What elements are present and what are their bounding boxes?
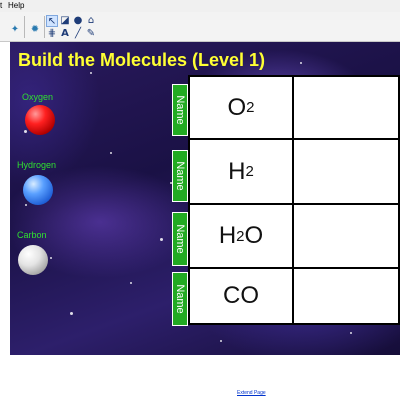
extend-page-link[interactable]: Extend Page bbox=[237, 390, 266, 396]
hydrogen-atom[interactable] bbox=[23, 175, 53, 205]
formula-o2: O2 bbox=[227, 93, 255, 121]
star-decoration bbox=[70, 312, 73, 315]
select-tool-icon[interactable]: ↖ bbox=[46, 15, 58, 27]
molecule-table: O2 H2 H2O CO bbox=[188, 75, 400, 325]
gallery-icon[interactable]: ✦ bbox=[9, 24, 21, 36]
menu-bar: t Help bbox=[0, 0, 400, 12]
line-tool-icon[interactable]: ╱ bbox=[72, 28, 84, 40]
name-button-o2[interactable]: Name bbox=[172, 84, 188, 136]
name-button-label: Name bbox=[174, 224, 186, 254]
name-button-label: Name bbox=[174, 95, 186, 125]
formula-h2o: H2O bbox=[218, 222, 264, 249]
shape-tool-icon[interactable]: ◪ bbox=[59, 15, 71, 27]
oxygen-label: Oxygen bbox=[22, 92, 54, 102]
text-tool-icon[interactable]: A bbox=[59, 28, 71, 40]
table-tool-icon[interactable]: ⋕ bbox=[46, 28, 58, 40]
eraser-tool-icon[interactable]: ⌂ bbox=[85, 15, 97, 27]
toolbar: ✦ ✹ ↖ ◪ ● ⌂ ⋕ A ╱ ✎ bbox=[0, 12, 400, 42]
star-decoration bbox=[110, 152, 112, 154]
carbon-label: Carbon bbox=[17, 230, 47, 240]
menu-item-help[interactable]: Help bbox=[8, 0, 24, 12]
screen-shade-icon[interactable]: ✹ bbox=[29, 24, 41, 36]
star-decoration bbox=[90, 72, 92, 74]
name-button-co[interactable]: Name bbox=[172, 272, 188, 326]
star-decoration bbox=[25, 204, 27, 206]
formula-co: CO bbox=[223, 282, 259, 309]
carbon-atom[interactable] bbox=[18, 245, 48, 275]
toolbar-separator bbox=[24, 16, 25, 38]
page-title: Build the Molecules (Level 1) bbox=[18, 50, 266, 70]
pen-tool-icon[interactable]: ✎ bbox=[85, 28, 97, 40]
star-decoration bbox=[130, 282, 132, 284]
star-decoration bbox=[24, 130, 27, 133]
name-button-h2[interactable]: Name bbox=[172, 150, 188, 202]
hydrogen-label: Hydrogen bbox=[17, 160, 57, 170]
name-button-h2o[interactable]: Name bbox=[172, 212, 188, 266]
oxygen-atom[interactable] bbox=[25, 105, 55, 135]
toolbar-separator bbox=[44, 16, 45, 38]
name-button-label: Name bbox=[174, 161, 186, 191]
star-decoration bbox=[350, 332, 352, 334]
star-decoration bbox=[300, 62, 302, 64]
fill-tool-icon[interactable]: ● bbox=[72, 15, 84, 27]
name-button-label: Name bbox=[174, 284, 186, 314]
star-decoration bbox=[50, 257, 52, 259]
menu-item-partial[interactable]: t bbox=[0, 0, 2, 12]
slide-canvas[interactable]: Build the Molecules (Level 1) Oxygen Hyd… bbox=[10, 42, 400, 355]
star-decoration bbox=[160, 238, 163, 241]
formula-h2: H2 bbox=[228, 157, 254, 185]
star-decoration bbox=[220, 340, 222, 342]
table-column-divider bbox=[292, 77, 294, 323]
